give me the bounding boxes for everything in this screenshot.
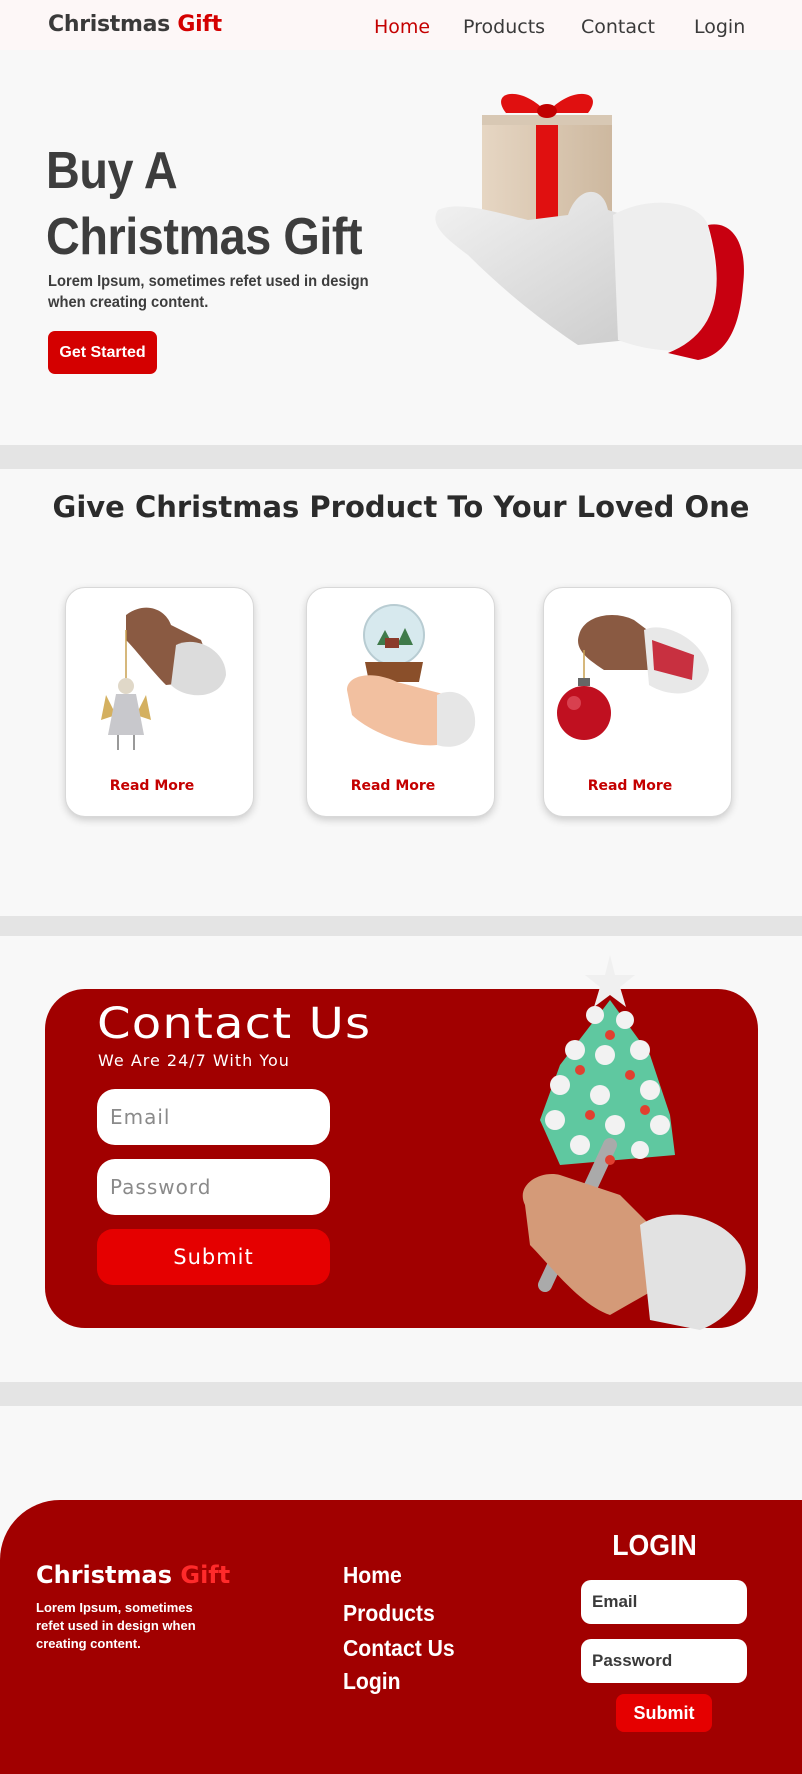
footer-email-input[interactable] — [581, 1580, 747, 1624]
footer-home-link[interactable]: Home — [343, 1562, 402, 1589]
section-divider — [0, 445, 802, 469]
footer-login-link[interactable]: Login — [343, 1668, 401, 1695]
read-more-link[interactable]: Read More — [307, 778, 479, 794]
navbar: Christmas Gift Home Products Contact Log… — [0, 0, 802, 50]
christmas-tree-hand-image — [500, 945, 780, 1365]
hero-subtitle: Lorem Ipsum, sometimes refet used in des… — [48, 273, 369, 311]
contact-submit-button[interactable]: Submit — [97, 1229, 330, 1285]
contact-subtitle: We Are 24/7 With You — [98, 1051, 290, 1070]
footer-password-input[interactable] — [581, 1639, 747, 1683]
footer-products-link[interactable]: Products — [343, 1600, 435, 1627]
footer-submit-button[interactable]: Submit — [616, 1694, 712, 1732]
read-more-link[interactable]: Read More — [544, 778, 716, 794]
snow-globe-image — [307, 600, 496, 760]
contact-password-input[interactable] — [97, 1159, 330, 1215]
product-card[interactable]: Read More — [65, 587, 254, 817]
product-card[interactable]: Read More — [306, 587, 495, 817]
nav-home-link[interactable]: Home — [374, 16, 430, 38]
footer-login-title: LOGIN — [612, 1530, 697, 1562]
hero-gift-hand-image — [428, 85, 758, 370]
brand-main: Christmas — [48, 12, 170, 37]
footer-brand-accent: Gift — [180, 1561, 231, 1589]
footer-brand[interactable]: Christmas Gift — [36, 1561, 230, 1589]
hero-title: Buy A Christmas Gift — [46, 142, 363, 266]
footer-description: Lorem Ipsum, sometimes refet used in des… — [36, 1600, 196, 1651]
section-divider — [0, 916, 802, 936]
nav-products-link[interactable]: Products — [463, 16, 545, 38]
brand-logo[interactable]: Christmas Gift — [48, 12, 222, 37]
footer-brand-main: Christmas — [36, 1561, 173, 1589]
product-card[interactable]: Read More — [543, 587, 732, 817]
nav-contact-link[interactable]: Contact — [581, 16, 655, 38]
brand-accent: Gift — [177, 12, 222, 37]
section-divider — [0, 1382, 802, 1406]
products-section-title: Give Christmas Product To Your Loved One — [52, 490, 750, 524]
nav-login-link[interactable]: Login — [694, 16, 745, 38]
contact-email-input[interactable] — [97, 1089, 330, 1145]
read-more-link[interactable]: Read More — [66, 778, 238, 794]
footer-contact-link[interactable]: Contact Us — [343, 1635, 455, 1662]
contact-title: Contact Us — [97, 999, 372, 1049]
angel-ornament-image — [66, 600, 255, 760]
get-started-button[interactable]: Get Started — [48, 331, 157, 374]
red-bauble-image — [544, 600, 733, 760]
